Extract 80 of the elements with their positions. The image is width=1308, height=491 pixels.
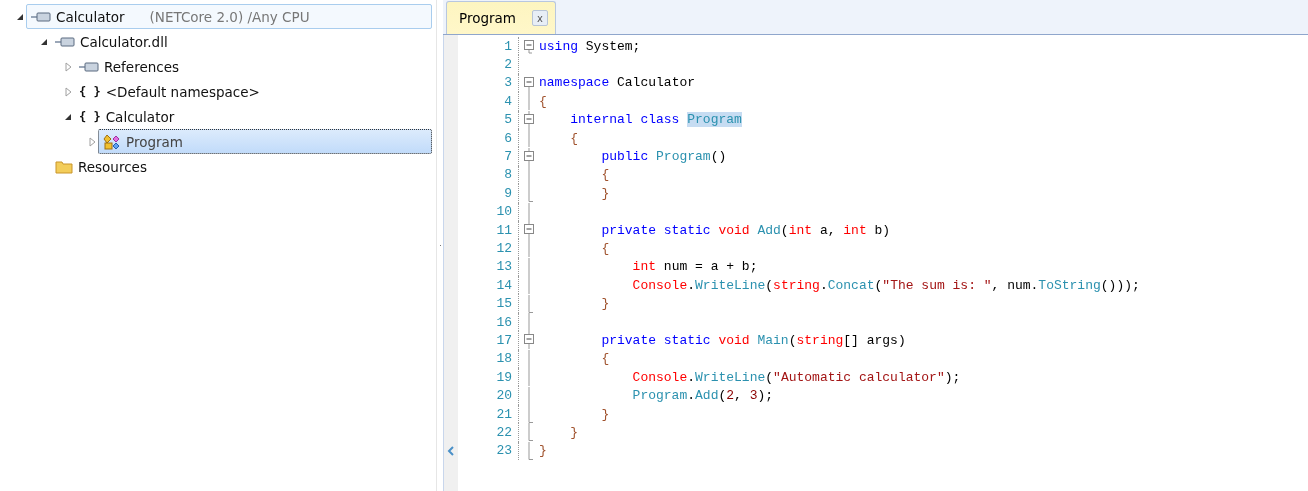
code-line: int num = a + b; xyxy=(631,259,758,275)
code-line: using System; xyxy=(539,38,641,54)
collapsed-arrow-icon[interactable] xyxy=(64,86,72,97)
line-number: 21 xyxy=(495,406,512,422)
code-line: { xyxy=(539,93,547,109)
assembly-icon xyxy=(31,11,51,22)
expanded-arrow-icon[interactable] xyxy=(40,37,48,46)
expanded-arrow-icon[interactable] xyxy=(64,112,72,121)
tree-item[interactable]: Resources xyxy=(50,154,432,179)
collapsed-arrow-icon[interactable] xyxy=(64,61,72,72)
expanded-arrow-icon[interactable] xyxy=(16,12,24,21)
collapse-toggle-icon[interactable] xyxy=(524,76,534,92)
code-line: { xyxy=(600,241,610,256)
line-number: 7 xyxy=(503,149,512,165)
namespace-icon: { } xyxy=(79,84,101,99)
tree-item[interactable]: Program xyxy=(98,129,432,154)
tree-item[interactable]: Calculator (NETCore 2.0) /Any CPU xyxy=(26,4,432,29)
line-number: 15 xyxy=(495,296,512,312)
line-number: 4 xyxy=(503,93,512,109)
tree-item[interactable]: { } <Default namespace> xyxy=(74,79,432,104)
document-tab[interactable]: Program x xyxy=(446,1,556,34)
fold-end-line xyxy=(528,294,534,313)
code-line: } xyxy=(539,443,547,459)
fold-guide-line xyxy=(528,202,530,221)
line-number: 23 xyxy=(495,443,512,459)
code-line: } xyxy=(600,406,610,422)
fold-guide-line xyxy=(528,129,530,148)
collapsed-arrow-icon[interactable] xyxy=(88,136,96,147)
code-line: { xyxy=(600,351,610,367)
code-line: } xyxy=(569,424,578,440)
line-number: 3 xyxy=(503,75,512,91)
code-line: internal class Program xyxy=(569,112,742,128)
folder-icon xyxy=(55,159,73,174)
code-line: { xyxy=(600,167,610,183)
line-number: 12 xyxy=(495,241,512,256)
tree-item[interactable]: References xyxy=(74,54,432,79)
platform-label: (NETCore 2.0) /Any CPU xyxy=(149,8,310,25)
collapse-toggle-icon[interactable] xyxy=(524,331,534,350)
tree-item[interactable]: Calculator.dll xyxy=(50,29,432,54)
assembly-icon xyxy=(79,61,99,72)
fold-end-line xyxy=(528,184,534,203)
assembly-icon xyxy=(55,36,75,47)
line-number: 18 xyxy=(495,351,512,367)
line-number: 5 xyxy=(503,112,512,128)
line-number: 6 xyxy=(503,130,512,146)
line-number: 16 xyxy=(495,314,512,330)
tree-item[interactable]: { } Calculator xyxy=(74,104,432,129)
line-number: 2 xyxy=(503,57,512,73)
namespace-icon: { } xyxy=(79,109,101,124)
code-line: private static void Main(string[] args) xyxy=(600,332,906,348)
code-line: Program.Add(2, 3); xyxy=(631,388,774,404)
line-number: 1 xyxy=(503,38,512,54)
code-line: } xyxy=(600,185,610,201)
collapse-toggle-icon[interactable] xyxy=(524,221,534,240)
code-line: public Program() xyxy=(600,149,727,165)
code-line: Console.WriteLine(string.Concat("The sum is: ", num.ToString())); xyxy=(631,277,1140,293)
line-number: 13 xyxy=(495,259,512,275)
code-line: namespace Calculator xyxy=(539,75,696,91)
line-number: 14 xyxy=(495,277,512,293)
line-number: 20 xyxy=(495,388,512,404)
collapse-toggle-icon[interactable] xyxy=(524,40,534,54)
code-line: { xyxy=(569,130,578,146)
code-line: private static void Add(int a, int b) xyxy=(600,222,891,238)
fold-guide-line xyxy=(528,313,530,332)
collapse-toggle-icon[interactable] xyxy=(524,147,534,166)
line-number: 9 xyxy=(503,185,512,201)
code-line: Console.WriteLine("Automatic calculator"); xyxy=(631,369,961,385)
line-number: 11 xyxy=(495,222,512,238)
class-icon xyxy=(103,132,121,151)
close-button[interactable]: x xyxy=(531,10,548,26)
line-number: 19 xyxy=(495,369,512,385)
collapse-toggle-icon[interactable] xyxy=(524,110,534,129)
line-number: 22 xyxy=(495,424,512,440)
line-number: 17 xyxy=(495,332,512,348)
fold-guide-line xyxy=(528,165,530,184)
code-line: } xyxy=(600,296,610,312)
fold-guide-line xyxy=(528,92,530,111)
line-number: 10 xyxy=(495,204,512,220)
chevron-left-icon[interactable] xyxy=(447,445,455,457)
line-number: 8 xyxy=(503,167,512,183)
